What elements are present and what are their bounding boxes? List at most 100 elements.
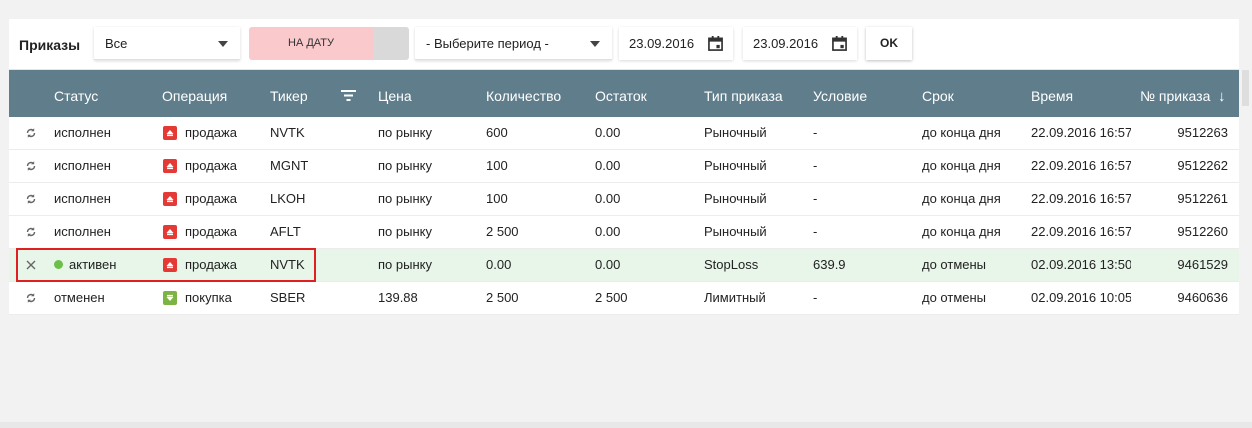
header-order-type[interactable]: Тип приказа bbox=[704, 70, 783, 123]
cell-operation: продажа bbox=[185, 257, 237, 272]
cell-condition: 639.9 bbox=[813, 257, 846, 272]
cell-order-no: 9512262 bbox=[1177, 158, 1228, 173]
cell-order-no: 9512263 bbox=[1177, 125, 1228, 140]
cell-remainder: 0.00 bbox=[595, 158, 621, 173]
cell-quantity: 2 500 bbox=[486, 224, 519, 239]
cell-order-type: StopLoss bbox=[704, 257, 759, 272]
toggle-off-part[interactable] bbox=[373, 27, 409, 60]
header-quantity[interactable]: Количество bbox=[486, 70, 561, 123]
cell-time: 22.09.2016 16:57:( bbox=[1031, 191, 1131, 206]
filter-title: Приказы bbox=[19, 37, 81, 53]
calendar-icon[interactable] bbox=[832, 36, 847, 51]
status-select-value: Все bbox=[105, 36, 128, 51]
table-row[interactable]: отменен покупка SBER 139.88 2 500 2 500 … bbox=[9, 282, 1239, 315]
cell-quantity: 600 bbox=[486, 125, 508, 140]
sell-icon bbox=[163, 258, 177, 272]
header-price[interactable]: Цена bbox=[378, 70, 412, 123]
scrollbar-thumb[interactable] bbox=[1242, 70, 1249, 106]
header-operation[interactable]: Операция bbox=[162, 70, 227, 123]
cell-status: исполнен bbox=[54, 191, 111, 206]
header-time[interactable]: Время bbox=[1031, 70, 1073, 123]
date-to-value: 23.09.2016 bbox=[753, 36, 819, 51]
cell-time: 02.09.2016 10:05: bbox=[1031, 290, 1131, 305]
cell-order-no: 9512260 bbox=[1177, 224, 1228, 239]
cell-condition: - bbox=[813, 191, 818, 206]
table-row[interactable]: исполнен продажа NVTK по рынку 600 0.00 … bbox=[9, 117, 1239, 150]
cell-price: по рынку bbox=[378, 158, 432, 173]
header-status[interactable]: Статус bbox=[54, 70, 98, 123]
cell-order-no: 9512261 bbox=[1177, 191, 1228, 206]
cell-ticker: NVTK bbox=[270, 257, 305, 272]
close-icon[interactable] bbox=[25, 259, 37, 271]
cell-operation: продажа bbox=[185, 125, 237, 140]
cell-remainder: 0.00 bbox=[595, 224, 621, 239]
cell-order-no: 9461529 bbox=[1177, 257, 1228, 272]
cell-order-type: Рыночный bbox=[704, 191, 767, 206]
cell-remainder: 0.00 bbox=[595, 125, 621, 140]
cell-operation: продажа bbox=[185, 224, 237, 239]
cell-ticker: SBER bbox=[270, 290, 306, 305]
table-row[interactable]: исполнен продажа LKOH по рынку 100 0.00 … bbox=[9, 183, 1239, 216]
cell-term: до конца дня bbox=[922, 125, 1001, 140]
table-header: Статус Операция Тикер Цена Количество Ос… bbox=[9, 70, 1239, 117]
refresh-icon[interactable] bbox=[25, 193, 37, 205]
chevron-down-icon bbox=[218, 41, 228, 47]
sell-icon bbox=[163, 225, 177, 239]
date-from-field[interactable]: 23.09.2016 bbox=[619, 27, 733, 60]
cell-condition: - bbox=[813, 158, 818, 173]
calendar-icon[interactable] bbox=[708, 36, 723, 51]
refresh-icon[interactable] bbox=[25, 226, 37, 238]
cell-status: исполнен bbox=[54, 224, 111, 239]
header-ticker[interactable]: Тикер bbox=[270, 70, 308, 123]
period-select[interactable]: - Выберите период - bbox=[415, 27, 612, 60]
table-body: исполнен продажа NVTK по рынку 600 0.00 … bbox=[9, 117, 1239, 315]
table-row[interactable]: исполнен продажа AFLT по рынку 2 500 0.0… bbox=[9, 216, 1239, 249]
cell-operation: продажа bbox=[185, 191, 237, 206]
sell-icon bbox=[163, 192, 177, 206]
period-select-value: - Выберите период - bbox=[426, 36, 549, 51]
cell-order-type: Рыночный bbox=[704, 224, 767, 239]
cell-term: до отмены bbox=[922, 257, 987, 272]
cell-order-type: Рыночный bbox=[704, 158, 767, 173]
cell-remainder: 0.00 bbox=[595, 257, 621, 272]
date-mode-toggle[interactable]: НА ДАТУ bbox=[249, 27, 409, 60]
cell-condition: - bbox=[813, 290, 818, 305]
cell-status-text: активен bbox=[69, 257, 117, 272]
toggle-on-date[interactable]: НА ДАТУ bbox=[249, 27, 373, 60]
header-order-no[interactable]: № приказа bbox=[1140, 70, 1210, 123]
cell-status: отменен bbox=[54, 290, 105, 305]
cell-quantity: 100 bbox=[486, 158, 508, 173]
header-term[interactable]: Срок bbox=[922, 70, 954, 123]
cell-order-type: Лимитный bbox=[704, 290, 766, 305]
cell-price: по рынку bbox=[378, 224, 432, 239]
refresh-icon[interactable] bbox=[25, 292, 37, 304]
refresh-icon[interactable] bbox=[25, 160, 37, 172]
cell-ticker: NVTK bbox=[270, 125, 305, 140]
cell-ticker: AFLT bbox=[270, 224, 301, 239]
cell-quantity: 0.00 bbox=[486, 257, 512, 272]
refresh-icon[interactable] bbox=[25, 127, 37, 139]
buy-icon bbox=[163, 291, 177, 305]
cell-term: до конца дня bbox=[922, 224, 1001, 239]
chevron-down-icon bbox=[590, 41, 600, 47]
table-row-active[interactable]: активен продажа NVTK по рынку 0.00 0.00 … bbox=[9, 249, 1239, 282]
cell-price: по рынку bbox=[378, 257, 432, 272]
header-remainder[interactable]: Остаток bbox=[595, 70, 647, 123]
cell-status: исполнен bbox=[54, 125, 111, 140]
vertical-scrollbar[interactable] bbox=[1239, 70, 1252, 428]
header-condition[interactable]: Условие bbox=[813, 70, 867, 123]
table-row[interactable]: исполнен продажа MGNT по рынку 100 0.00 … bbox=[9, 150, 1239, 183]
filter-bar: Приказы Все НА ДАТУ - Выберите период - … bbox=[9, 19, 1239, 70]
cell-condition: - bbox=[813, 125, 818, 140]
ok-button[interactable]: OK bbox=[866, 27, 912, 60]
cell-term: до конца дня bbox=[922, 191, 1001, 206]
cell-order-type: Рыночный bbox=[704, 125, 767, 140]
cell-remainder: 0.00 bbox=[595, 191, 621, 206]
filter-icon[interactable] bbox=[341, 90, 356, 101]
sort-down-icon[interactable]: ↓ bbox=[1218, 70, 1226, 123]
horizontal-scrollbar[interactable] bbox=[0, 422, 1252, 428]
date-from-value: 23.09.2016 bbox=[629, 36, 695, 51]
cell-ticker: LKOH bbox=[270, 191, 306, 206]
status-select[interactable]: Все bbox=[94, 27, 240, 60]
date-to-field[interactable]: 23.09.2016 bbox=[743, 27, 857, 60]
